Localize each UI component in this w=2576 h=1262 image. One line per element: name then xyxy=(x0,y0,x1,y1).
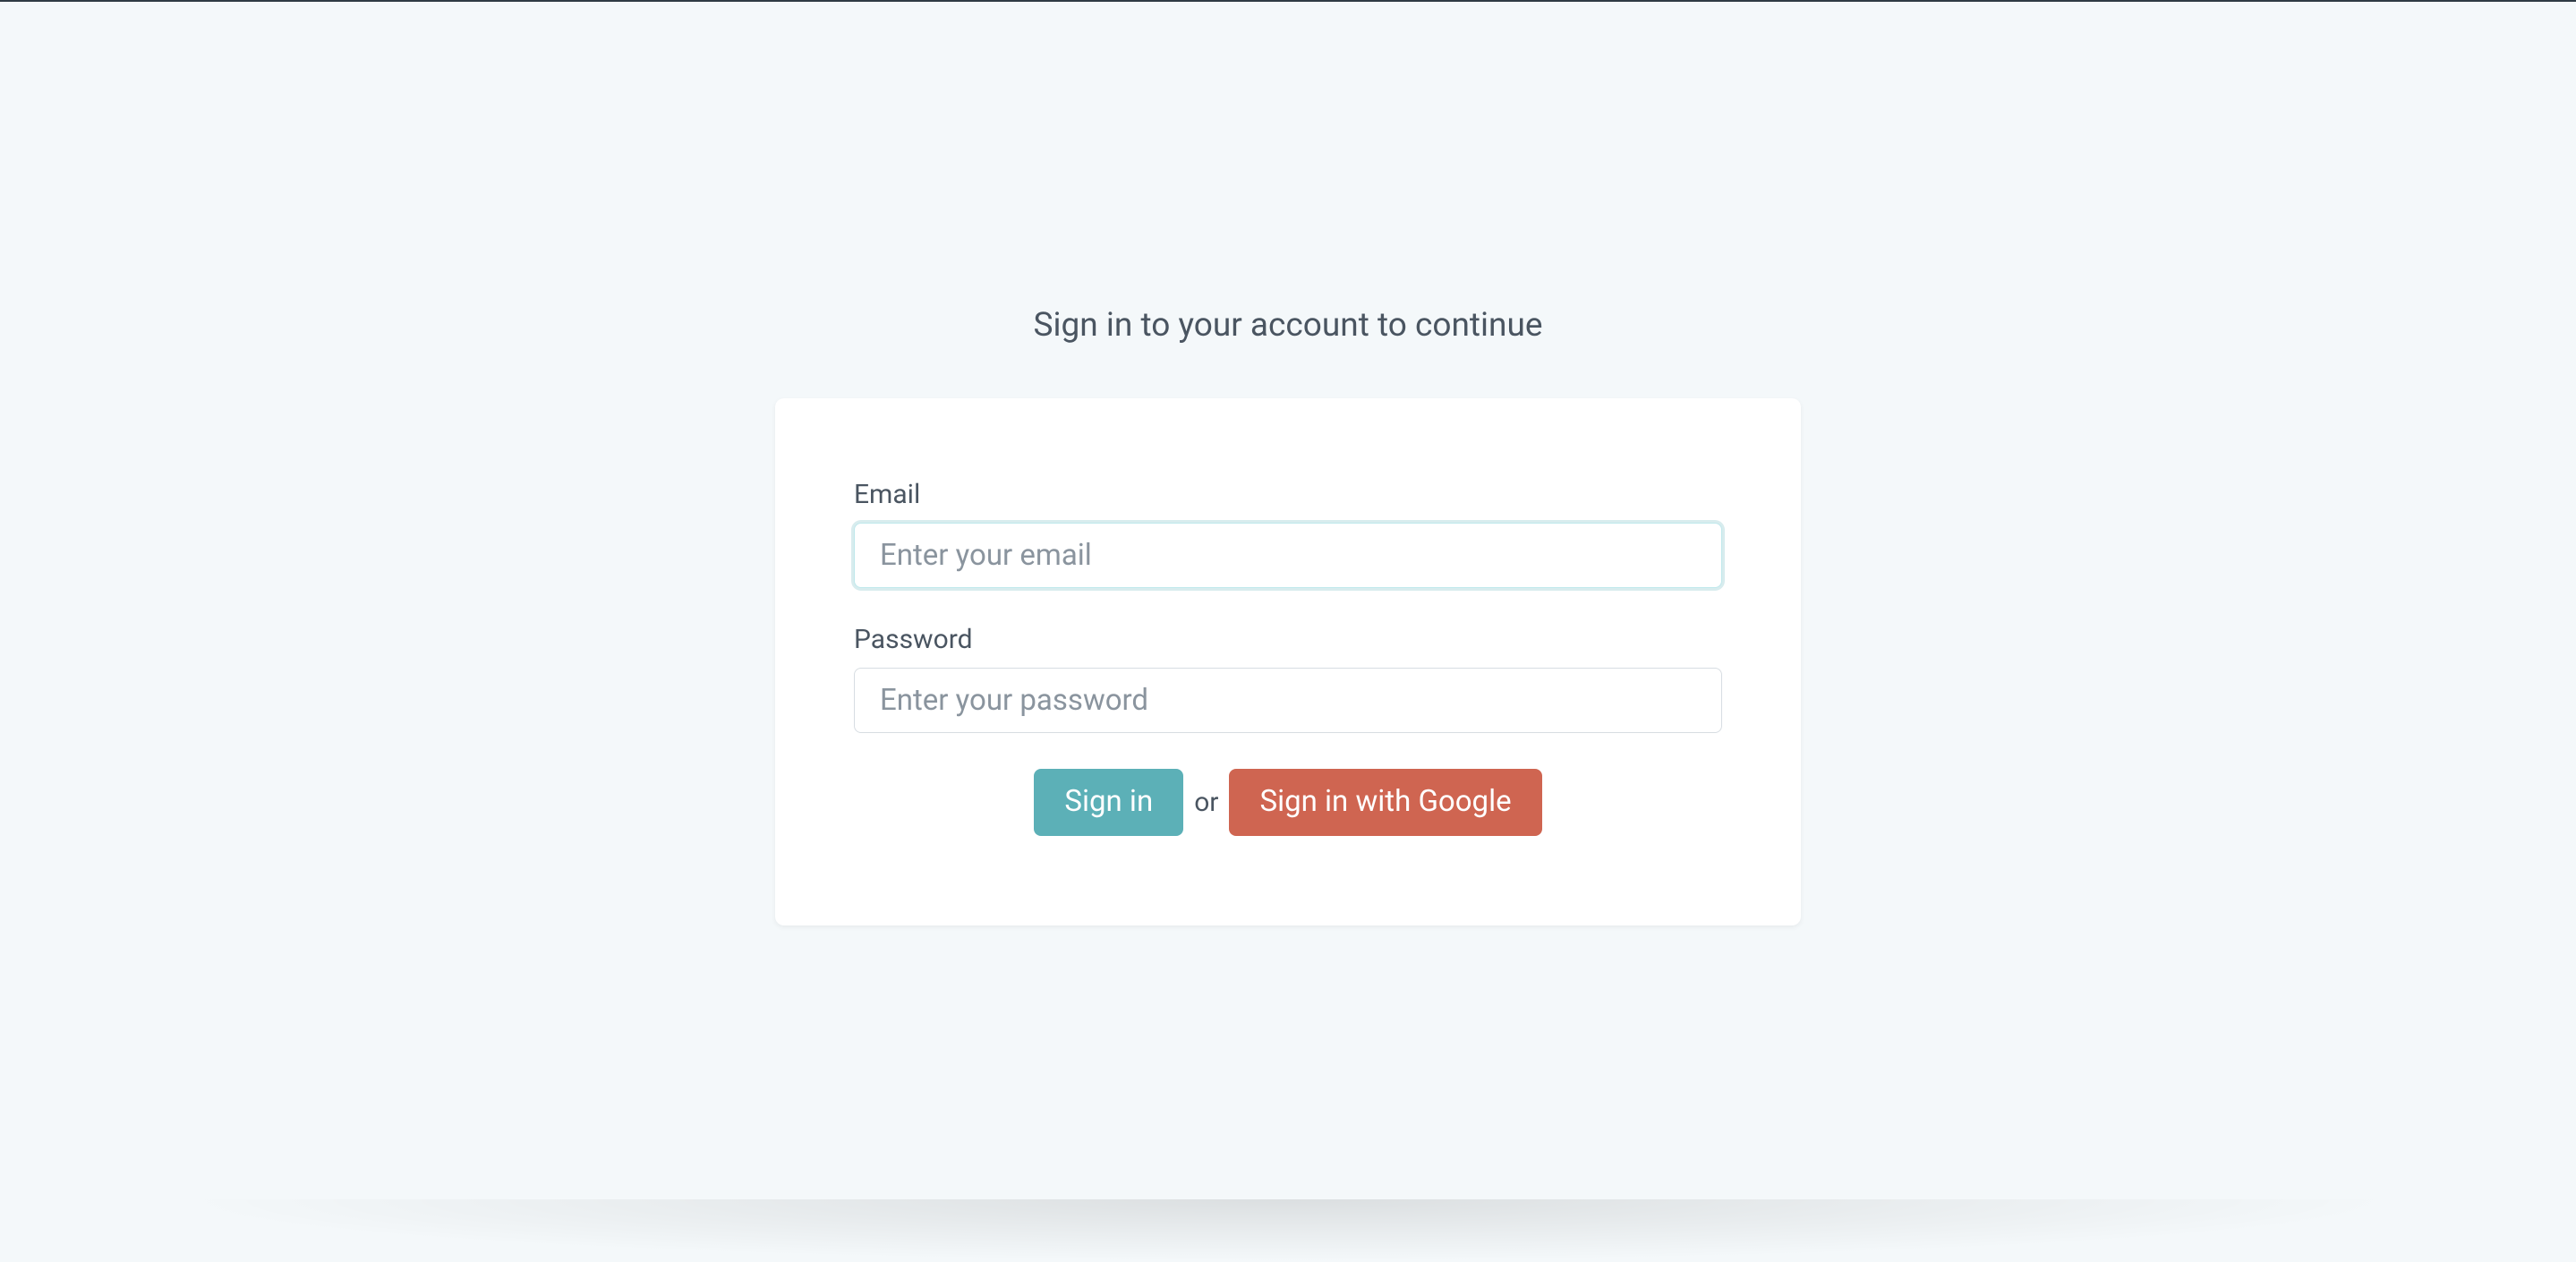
bottom-shadow xyxy=(169,1199,2407,1262)
password-input[interactable] xyxy=(854,668,1722,733)
signin-container: Sign in to your account to continue Emai… xyxy=(775,2,1801,925)
password-group: Password xyxy=(854,624,1722,733)
signin-google-button[interactable]: Sign in with Google xyxy=(1229,769,1541,836)
email-input[interactable] xyxy=(854,523,1722,588)
email-group: Email xyxy=(854,479,1722,588)
email-label: Email xyxy=(854,479,1722,510)
signin-button[interactable]: Sign in xyxy=(1034,769,1183,836)
button-row: Sign in or Sign in with Google xyxy=(854,769,1722,836)
signin-card: Email Password Sign in or Sign in with G… xyxy=(775,398,1801,925)
or-separator: or xyxy=(1190,787,1222,818)
password-label: Password xyxy=(854,624,1722,655)
page-heading: Sign in to your account to continue xyxy=(775,306,1801,345)
